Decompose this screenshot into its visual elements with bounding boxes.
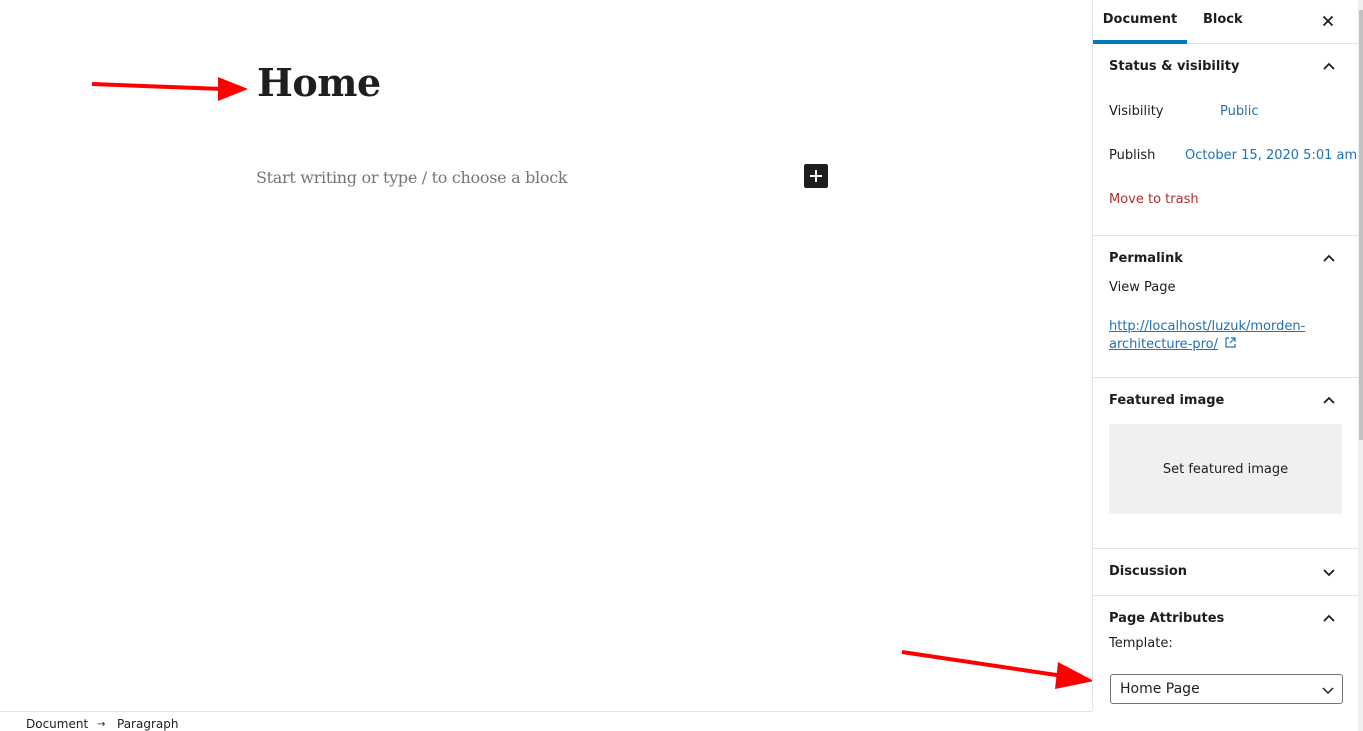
close-sidebar-button[interactable] [1318,11,1338,31]
panel-status-title: Status & visibility [1109,59,1240,74]
template-select[interactable]: Home Page [1110,674,1343,704]
trash-row: Move to trash [1093,178,1358,222]
breadcrumb-document[interactable]: Document [26,717,88,731]
block-breadcrumb: Document → Paragraph [0,711,1092,731]
tab-block[interactable]: Block [1203,0,1243,44]
view-page-label: View Page [1109,280,1176,295]
template-select-value: Home Page [1120,681,1200,697]
panel-status-toggle[interactable]: Status & visibility [1093,44,1358,90]
editor-canvas: Home Start writing or type / to choose a… [0,0,1094,711]
chevron-down-icon [1322,687,1334,695]
breadcrumb-separator: → [97,719,106,730]
external-link-icon [1225,337,1236,348]
tab-document[interactable]: Document [1093,0,1187,44]
visibility-value[interactable]: Public [1220,90,1258,134]
plus-icon [810,170,822,182]
permalink-url-line1[interactable]: http://localhost/luzuk/morden- [1109,318,1358,336]
visibility-label: Visibility [1109,104,1164,119]
publish-date-value[interactable]: October 15, 2020 5:01 am [1185,134,1357,178]
settings-sidebar: Document Block Status & visibility Visib… [1092,0,1358,711]
sidebar-scrollbar-thumb[interactable] [1359,10,1363,440]
post-title[interactable]: Home [257,60,381,105]
panel-page-attributes-toggle[interactable]: Page Attributes [1093,596,1358,642]
block-inserter-button[interactable] [804,164,828,188]
panel-permalink-toggle[interactable]: Permalink [1093,236,1358,282]
panel-permalink-title: Permalink [1109,251,1183,266]
publish-row: Publish October 15, 2020 5:01 am [1093,134,1358,178]
annotation-arrow-template [901,650,1094,689]
panel-page-attributes: Page Attributes Template: [1093,596,1358,652]
chevron-up-icon [1323,396,1335,404]
chevron-down-icon [1323,569,1335,577]
breadcrumb-paragraph[interactable]: Paragraph [117,717,178,731]
set-featured-image-button[interactable]: Set featured image [1109,424,1342,514]
chevron-up-icon [1323,254,1335,262]
panel-featured-image: Featured image Set featured image [1093,378,1358,549]
panel-discussion: Discussion [1093,549,1358,596]
set-featured-image-label: Set featured image [1162,461,1289,477]
block-placeholder[interactable]: Start writing or type / to choose a bloc… [256,168,568,187]
panel-featured-toggle[interactable]: Featured image [1093,378,1358,424]
permalink-url-line2[interactable]: architecture-pro/ [1109,337,1218,352]
panel-featured-title: Featured image [1109,393,1225,408]
chevron-up-icon [1323,614,1335,622]
panel-discussion-title: Discussion [1109,564,1188,579]
visibility-row: Visibility Public [1093,90,1358,134]
panel-discussion-toggle[interactable]: Discussion [1093,549,1358,595]
close-icon [1322,15,1334,27]
sidebar-tabs: Document Block [1093,0,1358,44]
chevron-up-icon [1323,62,1335,70]
annotation-arrow-title [91,77,248,101]
panel-page-attributes-title: Page Attributes [1109,611,1225,626]
permalink-link[interactable]: http://localhost/luzuk/morden- architect… [1093,318,1358,354]
move-to-trash-button[interactable]: Move to trash [1109,178,1199,222]
panel-permalink: Permalink View Page http://localhost/luz… [1093,236,1358,378]
publish-label: Publish [1109,148,1156,163]
panel-status-visibility: Status & visibility Visibility Public Pu… [1093,44,1358,236]
